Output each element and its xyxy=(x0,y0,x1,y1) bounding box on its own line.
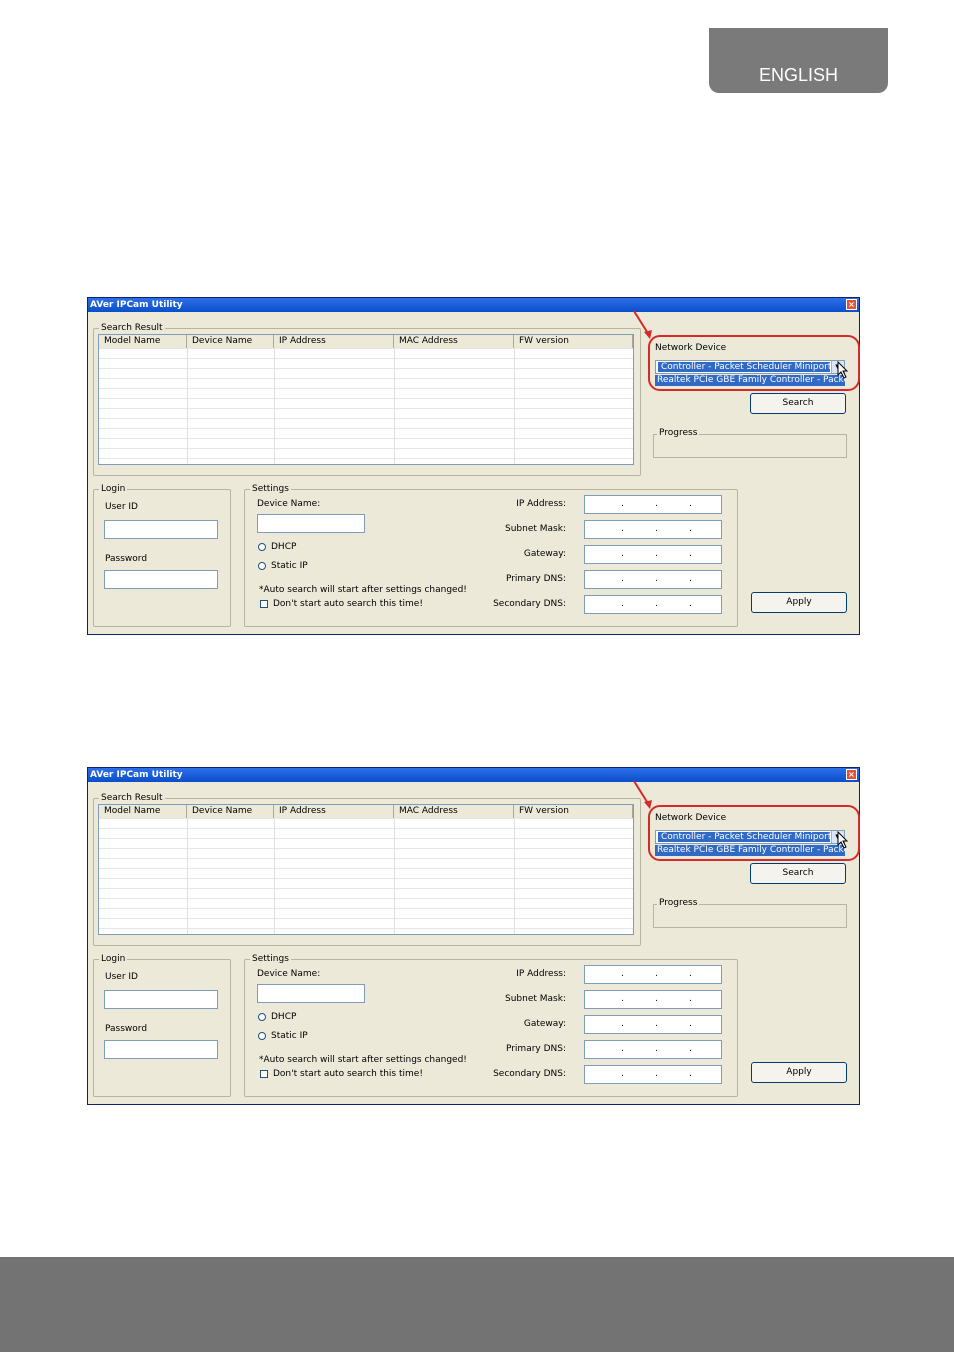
secondary-dns-input[interactable]: ... xyxy=(584,595,722,614)
user-id-label: User ID xyxy=(105,972,138,982)
ip-address-label: IP Address: xyxy=(516,969,566,979)
primary-dns-input[interactable]: ... xyxy=(584,570,722,589)
password-label: Password xyxy=(105,1024,148,1034)
static-ip-radio[interactable] xyxy=(258,562,266,570)
secondary-dns-input[interactable]: ... xyxy=(584,1065,722,1084)
static-ip-radio[interactable] xyxy=(258,1032,266,1040)
secondary-dns-label: Secondary DNS: xyxy=(493,599,566,609)
subnet-mask-label: Subnet Mask: xyxy=(505,524,566,534)
progress-legend: Progress xyxy=(657,897,700,909)
static-ip-label: Static IP xyxy=(271,561,308,571)
column-header-mac-address[interactable]: MAC Address xyxy=(394,805,514,818)
column-header-ip-address[interactable]: IP Address xyxy=(274,805,394,818)
static-ip-label: Static IP xyxy=(271,1031,308,1041)
dont-start-checkbox[interactable] xyxy=(260,1070,268,1078)
column-header-fw-version[interactable]: FW version xyxy=(514,805,633,818)
ipcam-utility-window: AVer IPCam Utility × Search Result Model… xyxy=(87,297,860,635)
table-body xyxy=(99,348,633,464)
red-highlight-ellipse xyxy=(648,805,860,861)
table-header: Model Name Device Name IP Address MAC Ad… xyxy=(99,805,633,819)
dont-start-label: Don't start auto search this time! xyxy=(273,599,423,609)
ip-address-label: IP Address: xyxy=(516,499,566,509)
table-body xyxy=(99,818,633,934)
dont-start-label: Don't start auto search this time! xyxy=(273,1069,423,1079)
column-header-device-name[interactable]: Device Name xyxy=(187,335,274,348)
settings-legend: Settings xyxy=(250,483,291,495)
column-header-mac-address[interactable]: MAC Address xyxy=(394,335,514,348)
column-header-ip-address[interactable]: IP Address xyxy=(274,335,394,348)
close-icon[interactable]: × xyxy=(846,299,857,310)
progress-group: Progress xyxy=(653,897,847,928)
subnet-mask-input[interactable]: ... xyxy=(584,990,722,1009)
secondary-dns-label: Secondary DNS: xyxy=(493,1069,566,1079)
password-input[interactable] xyxy=(104,1040,218,1059)
column-header-model-name[interactable]: Model Name xyxy=(99,805,187,818)
search-result-legend: Search Result xyxy=(99,322,165,334)
window-title: AVer IPCam Utility xyxy=(88,768,859,782)
close-icon[interactable]: × xyxy=(846,769,857,780)
footer-band xyxy=(0,1257,954,1352)
ip-address-input[interactable]: ... xyxy=(584,495,722,514)
dhcp-radio[interactable] xyxy=(258,543,266,551)
login-legend: Login xyxy=(99,483,128,495)
apply-button[interactable]: Apply xyxy=(751,592,847,613)
search-result-table[interactable]: Model Name Device Name IP Address MAC Ad… xyxy=(98,804,634,935)
auto-search-note: *Auto search will start after settings c… xyxy=(259,585,467,595)
subnet-mask-label: Subnet Mask: xyxy=(505,994,566,1004)
device-name-label: Device Name: xyxy=(257,969,321,979)
red-pointer-arrow-icon xyxy=(633,780,652,809)
column-header-device-name[interactable]: Device Name xyxy=(187,805,274,818)
device-name-input[interactable] xyxy=(257,984,365,1003)
dhcp-label: DHCP xyxy=(271,542,297,552)
user-id-input[interactable] xyxy=(104,520,218,539)
red-highlight-ellipse xyxy=(648,335,860,391)
dhcp-label: DHCP xyxy=(271,1012,297,1022)
apply-button[interactable]: Apply xyxy=(751,1062,847,1083)
device-name-label: Device Name: xyxy=(257,499,321,509)
ipcam-utility-window: AVer IPCam Utility × Search Result Model… xyxy=(87,767,860,1105)
table-header: Model Name Device Name IP Address MAC Ad… xyxy=(99,335,633,349)
column-header-fw-version[interactable]: FW version xyxy=(514,335,633,348)
gateway-label: Gateway: xyxy=(523,549,566,559)
subnet-mask-input[interactable]: ... xyxy=(584,520,722,539)
user-id-input[interactable] xyxy=(104,990,218,1009)
auto-search-note: *Auto search will start after settings c… xyxy=(259,1055,467,1065)
primary-dns-label: Primary DNS: xyxy=(505,574,566,584)
primary-dns-input[interactable]: ... xyxy=(584,1040,722,1059)
device-name-input[interactable] xyxy=(257,514,365,533)
search-button[interactable]: Search xyxy=(750,393,846,414)
window-title: AVer IPCam Utility xyxy=(88,298,859,312)
primary-dns-label: Primary DNS: xyxy=(505,1044,566,1054)
login-legend: Login xyxy=(99,953,128,965)
language-tab: ENGLISH xyxy=(709,28,888,93)
password-label: Password xyxy=(105,554,148,564)
dhcp-radio[interactable] xyxy=(258,1013,266,1021)
search-button[interactable]: Search xyxy=(750,863,846,884)
mouse-cursor-icon xyxy=(837,831,849,849)
column-header-model-name[interactable]: Model Name xyxy=(99,335,187,348)
gateway-label: Gateway: xyxy=(523,1019,566,1029)
settings-legend: Settings xyxy=(250,953,291,965)
gateway-input[interactable]: ... xyxy=(584,545,722,564)
user-id-label: User ID xyxy=(105,502,138,512)
gateway-input[interactable]: ... xyxy=(584,1015,722,1034)
mouse-cursor-icon xyxy=(837,361,849,379)
search-result-legend: Search Result xyxy=(99,792,165,804)
search-result-table[interactable]: Model Name Device Name IP Address MAC Ad… xyxy=(98,334,634,465)
ip-address-input[interactable]: ... xyxy=(584,965,722,984)
dont-start-checkbox[interactable] xyxy=(260,600,268,608)
red-pointer-arrow-icon xyxy=(633,310,652,339)
progress-group: Progress xyxy=(653,427,847,458)
progress-legend: Progress xyxy=(657,427,700,439)
password-input[interactable] xyxy=(104,570,218,589)
